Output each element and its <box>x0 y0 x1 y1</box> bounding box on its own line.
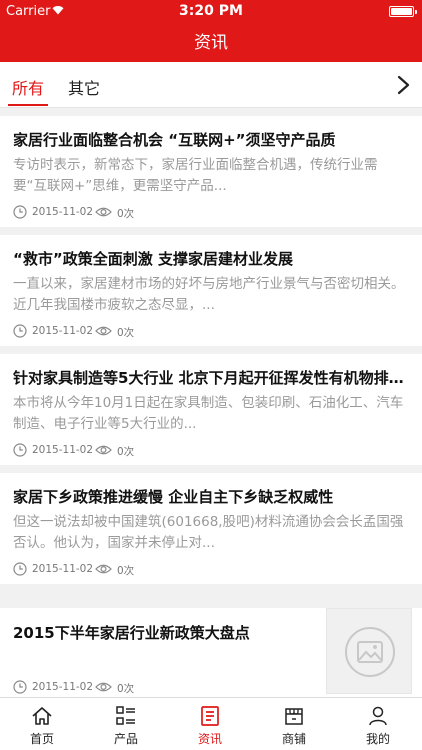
category-tabs: 所有 其它 <box>0 62 422 108</box>
article-date: 2015-11-02 <box>32 444 94 456</box>
article-views: 0次 <box>117 327 135 339</box>
eye-icon <box>95 682 112 692</box>
eye-icon <box>95 207 112 217</box>
image-placeholder-icon <box>345 627 395 677</box>
article-title: 家居下乡政策推进缓慢 企业自主下乡缺乏权威性 <box>13 488 334 506</box>
article-item[interactable]: 家居行业面临整合机会 “互联网+”须坚守产品质 专访时表示，新常态下，家居行业面… <box>0 116 422 227</box>
article-views: 0次 <box>117 565 135 577</box>
tab-stores-label: 商铺 <box>281 732 306 746</box>
tab-other[interactable]: 其它 <box>68 75 100 99</box>
tab-all[interactable]: 所有 <box>7 75 49 106</box>
tab-home[interactable]: 首页 <box>0 698 84 750</box>
article-thumbnail <box>326 608 412 694</box>
bottom-tab-bar: 首页 产品 资讯 商铺 我的 <box>0 697 422 750</box>
article-summary: 一直以来，家居建材市场的好坏与房地产行业景气与否密切相关。近几年我国楼市疲软之态… <box>13 276 405 313</box>
article-summary: 但这一说法却被中国建筑(601668,股吧)材料流通协会会长孟国强否认。他认为，… <box>13 514 404 551</box>
app-header: Carrier 3:20 PM 资讯 <box>0 0 422 62</box>
article-date: 2015-11-02 <box>32 325 94 337</box>
clock-icon <box>13 562 27 576</box>
article-date: 2015-11-02 <box>32 563 94 575</box>
article-date: 2015-11-02 <box>32 681 94 693</box>
article-title: 针对家具制造等5大行业 北京下月起开征挥发性有机物排... <box>13 369 405 387</box>
tab-news[interactable]: 资讯 <box>168 698 252 750</box>
article-date: 2015-11-02 <box>32 206 94 218</box>
eye-icon <box>95 564 112 574</box>
eye-icon <box>95 326 112 336</box>
status-bar: Carrier 3:20 PM <box>0 0 422 22</box>
clock-icon <box>13 324 27 338</box>
tab-stores[interactable]: 商铺 <box>252 698 336 750</box>
grid-list-icon <box>116 706 135 725</box>
article-summary: 专访时表示，新常态下，家居行业面临整合机遇，传统行业需要“互联网+”思维，更需坚… <box>13 157 378 194</box>
article-item[interactable]: 针对家具制造等5大行业 北京下月起开征挥发性有机物排... 本市将从今年10月1… <box>0 354 422 465</box>
clock-icon <box>13 680 27 694</box>
article-views: 0次 <box>117 208 135 220</box>
page-title: 资讯 <box>194 33 228 53</box>
article-item[interactable]: “救市”政策全面刺激 支撑家居建材业发展 一直以来，家居建材市场的好坏与房地产行… <box>0 235 422 346</box>
eye-icon <box>95 445 112 455</box>
clock-time: 3:20 PM <box>179 3 243 19</box>
article-title: 2015下半年家居行业新政策大盘点 <box>13 624 250 642</box>
article-views: 0次 <box>117 446 135 458</box>
home-icon <box>32 707 52 725</box>
article-title: “救市”政策全面刺激 支撑家居建材业发展 <box>13 250 293 268</box>
tab-home-label: 首页 <box>29 732 54 746</box>
clock-icon <box>13 205 27 219</box>
article-summary: 本市将从今年10月1日起在家具制造、包装印刷、石油化工、汽车制造、电子行业等5大… <box>13 395 404 432</box>
article-title: 家居行业面临整合机会 “互联网+”须坚守产品质 <box>13 131 336 149</box>
tab-mine-label: 我的 <box>365 732 390 746</box>
chevron-right-icon[interactable] <box>394 75 412 95</box>
article-item[interactable]: 家居下乡政策推进缓慢 企业自主下乡缺乏权威性 但这一说法却被中国建筑(60166… <box>0 473 422 584</box>
battery-icon <box>389 6 417 17</box>
article-item[interactable]: 2015下半年家居行业新政策大盘点 2015-11-02 0次 <box>0 608 422 697</box>
tab-products[interactable]: 产品 <box>84 698 168 750</box>
tab-news-label: 资讯 <box>197 732 222 746</box>
user-icon <box>369 706 387 726</box>
store-icon <box>285 708 303 725</box>
tab-products-label: 产品 <box>113 732 138 746</box>
article-views: 0次 <box>117 683 135 695</box>
clock-icon <box>13 443 27 457</box>
news-icon <box>201 706 219 726</box>
tab-mine[interactable]: 我的 <box>336 698 420 750</box>
